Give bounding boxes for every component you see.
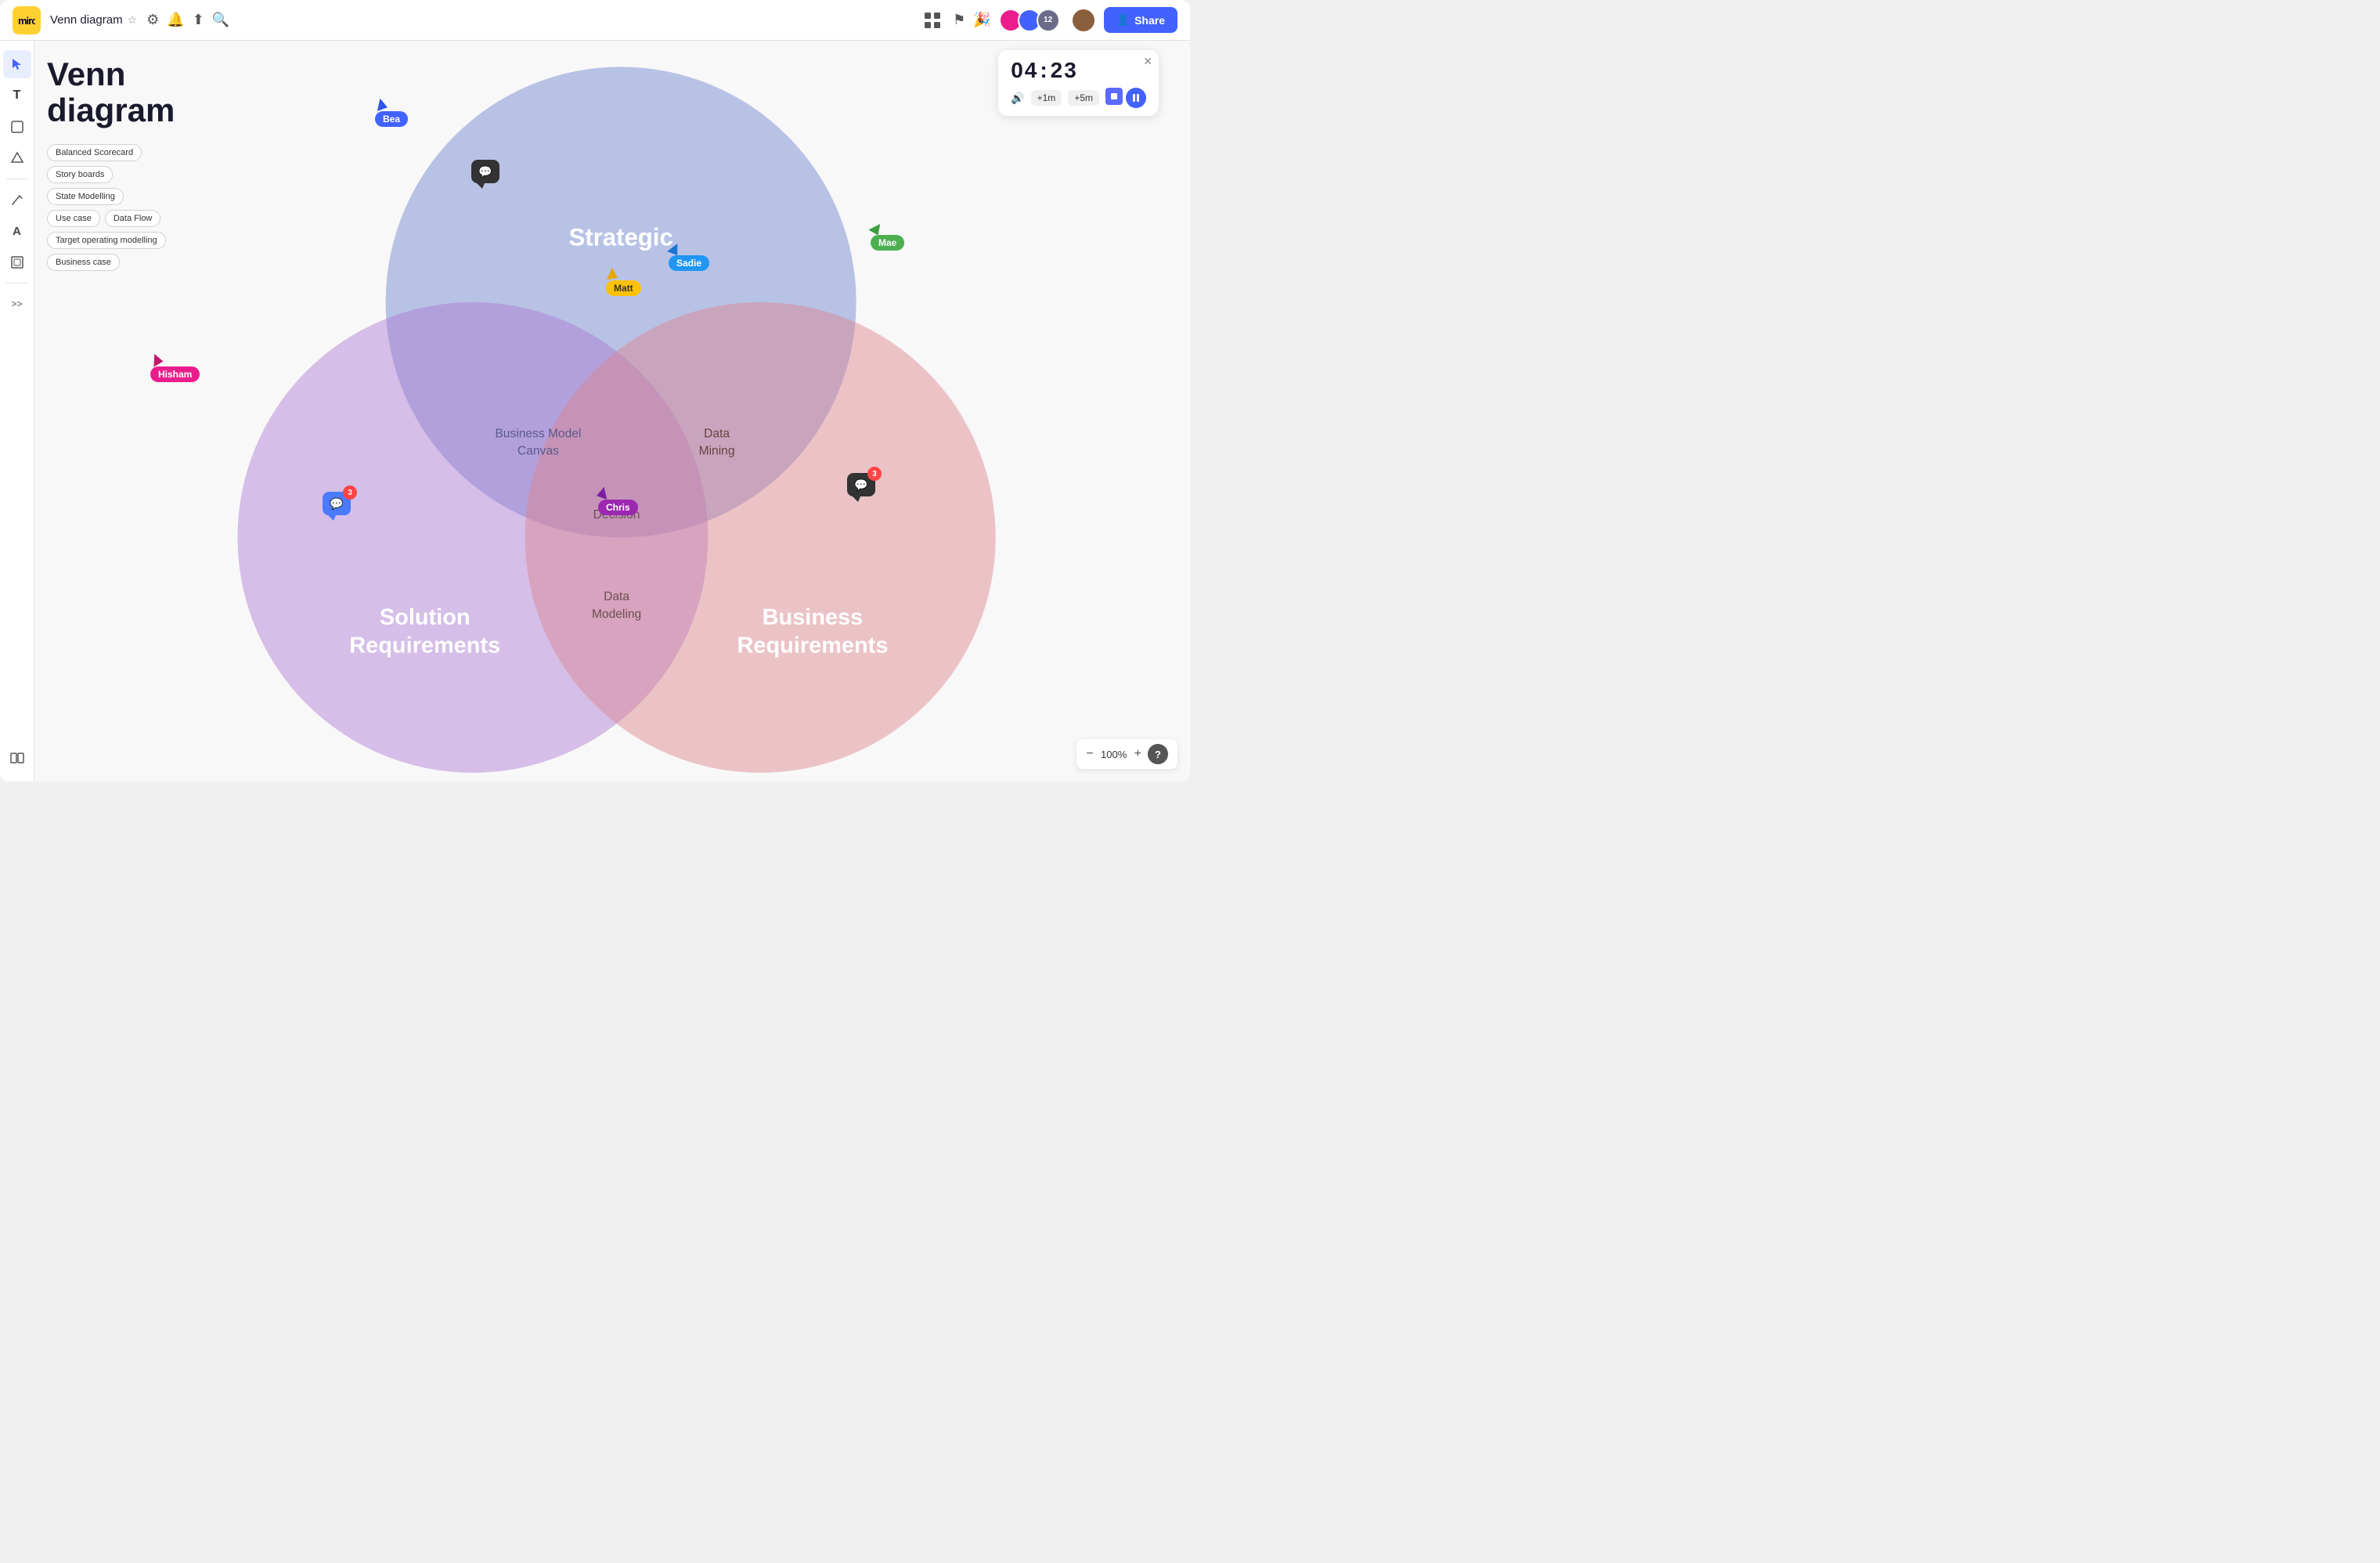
zoom-level-display: 100%	[1100, 749, 1128, 760]
doc-title-text: Venn diagram	[50, 13, 123, 27]
cursor-hisham: Hisham	[150, 354, 200, 382]
chris-label: Chris	[598, 500, 638, 515]
data-mining-label2: Mining	[699, 445, 735, 458]
comment-3[interactable]: 💬 3	[323, 492, 351, 515]
business-req-label2: Requirements	[737, 633, 889, 658]
canvas-area[interactable]: Venndiagram Balanced Scorecard Story boa…	[34, 41, 1190, 782]
share-label: Share	[1134, 14, 1165, 27]
sadie-arrow	[667, 241, 681, 255]
cursor-bea: Bea	[375, 99, 408, 127]
solution-req-label1: Solution	[380, 605, 471, 630]
strategic-label: Strategic	[568, 224, 673, 251]
cursor-chris: Chris	[598, 487, 638, 515]
apps-icon[interactable]	[920, 8, 945, 33]
select-tool[interactable]	[3, 50, 31, 78]
cursor-mae: Mae	[871, 222, 904, 251]
chris-arrow	[597, 486, 611, 500]
comment-2[interactable]: 💬 3	[847, 473, 875, 496]
miro-logo[interactable]: miro	[13, 6, 41, 34]
timer-seconds: 23	[1051, 58, 1078, 83]
star-icon[interactable]: ☆	[128, 13, 138, 27]
comment-1[interactable]: 💬	[471, 160, 499, 183]
upload-icon[interactable]: ⬆	[193, 12, 204, 28]
tag-state-modelling[interactable]: State Modelling	[47, 188, 124, 205]
sticky-tool[interactable]	[3, 113, 31, 141]
bea-arrow	[373, 97, 388, 111]
business-model-label: Business Model	[495, 427, 581, 440]
timer-sound-icon[interactable]: 🔊	[1011, 92, 1024, 105]
left-toolbar: T A >>	[0, 41, 34, 782]
timer-controls: 🔊 +1m +5m	[1011, 88, 1146, 108]
venn-diagram: Strategic Business Model Canvas Data Min…	[34, 41, 1190, 782]
settings-icon[interactable]: ⚙	[146, 12, 159, 28]
timer-minutes: 04	[1011, 58, 1038, 83]
avatar-count: 12	[1037, 9, 1060, 32]
more-tools[interactable]: >>	[3, 290, 31, 318]
data-modeling-label2: Modeling	[592, 608, 641, 621]
data-modeling-label: Data	[604, 590, 629, 604]
data-mining-label: Data	[704, 427, 730, 440]
flag-icon[interactable]: ⚑	[953, 12, 965, 28]
pen-tool[interactable]	[3, 186, 31, 214]
panels-btn[interactable]	[3, 744, 31, 772]
mae-arrow	[868, 220, 883, 235]
topbar-tools: ⚙ 🔔 ⬆ 🔍	[146, 12, 229, 28]
sidebar-panel: Venndiagram Balanced Scorecard Story boa…	[34, 41, 191, 287]
tag-balanced-scorecard[interactable]: Balanced Scorecard	[47, 144, 142, 161]
frame-tool[interactable]	[3, 248, 31, 276]
avatar-group: 12	[999, 9, 1060, 32]
business-req-circle	[525, 302, 996, 773]
main-content: T A >> Venndiagram	[0, 41, 1190, 782]
cursor-sadie: Sadie	[669, 243, 709, 271]
cursor-matt: Matt	[606, 268, 641, 296]
business-model-label2: Canvas	[517, 445, 559, 458]
timer-stop-btn[interactable]	[1105, 88, 1123, 105]
tag-business-case[interactable]: Business case	[47, 254, 120, 271]
tag-target-operating[interactable]: Target operating modelling	[47, 232, 166, 249]
tag-use-case[interactable]: Use case	[47, 210, 100, 227]
timer-widget: ✕ 04 : 23 🔊 +1m +5m	[998, 50, 1159, 116]
hisham-label: Hisham	[150, 366, 200, 382]
hisham-arrow	[148, 352, 163, 366]
matt-arrow	[605, 267, 618, 280]
zoom-controls: − 100% + ?	[1076, 739, 1177, 769]
timer-display: 04 : 23	[1011, 58, 1146, 83]
mae-label: Mae	[871, 235, 904, 251]
matt-label: Matt	[606, 280, 641, 296]
tag-data-flow[interactable]: Data Flow	[105, 210, 161, 227]
sadie-label: Sadie	[669, 255, 709, 271]
celebration-icon[interactable]: 🎉	[973, 12, 990, 28]
timer-close-btn[interactable]: ✕	[1143, 55, 1152, 68]
hand-tool[interactable]: A	[3, 217, 31, 245]
timer-colon: :	[1040, 58, 1048, 83]
topbar: miro Venn diagram ☆ ⚙ 🔔 ⬆ 🔍 ⚑	[0, 0, 1190, 41]
business-req-label1: Business	[763, 605, 864, 630]
text-tool[interactable]: T	[3, 81, 31, 110]
tag-list: Balanced Scorecard Story boards State Mo…	[47, 144, 178, 271]
timer-add-5m[interactable]: +5m	[1068, 90, 1099, 106]
topbar-right: ⚑ 🎉 12 👤 Share	[920, 7, 1177, 33]
bea-label: Bea	[375, 111, 408, 127]
avatar-main	[1071, 8, 1096, 33]
zoom-in-btn[interactable]: +	[1134, 747, 1141, 761]
share-person-icon: 👤	[1116, 13, 1130, 27]
search-icon[interactable]: 🔍	[212, 12, 229, 28]
zoom-out-btn[interactable]: −	[1086, 747, 1093, 761]
bell-icon[interactable]: 🔔	[167, 12, 184, 28]
shapes-tool[interactable]	[3, 144, 31, 172]
solution-req-label2: Requirements	[349, 633, 500, 658]
doc-title: Venn diagram ☆	[50, 13, 137, 27]
diagram-title: Venndiagram	[47, 56, 178, 128]
share-button[interactable]: 👤 Share	[1104, 7, 1177, 33]
help-btn[interactable]: ?	[1148, 744, 1168, 764]
svg-text:miro: miro	[18, 15, 35, 27]
tag-story-boards[interactable]: Story boards	[47, 166, 113, 183]
timer-add-1m[interactable]: +1m	[1031, 90, 1062, 106]
timer-pause-btn[interactable]	[1126, 88, 1146, 108]
